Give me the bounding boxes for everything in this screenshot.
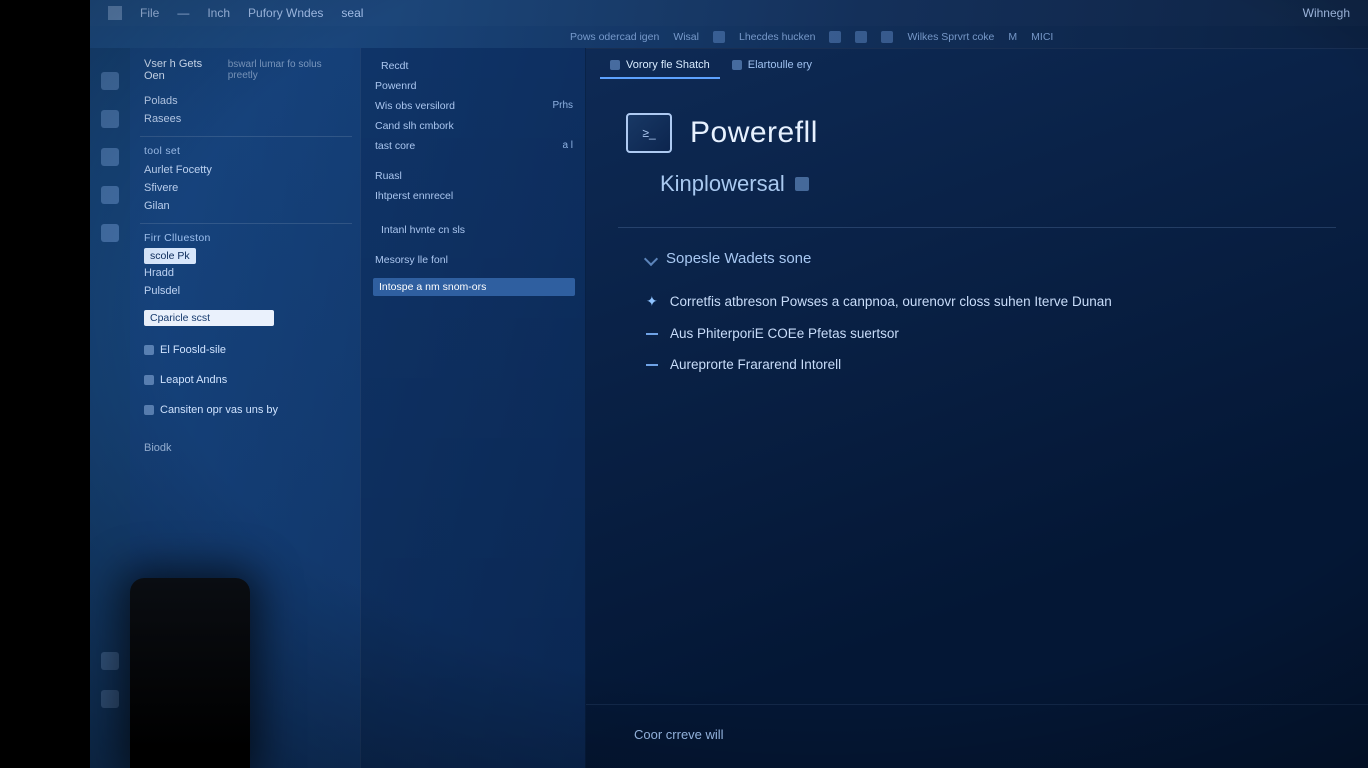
toolbar-chip[interactable]: M bbox=[1008, 31, 1017, 43]
menubar: File — Inch Pufory Wndes seal Wihnegh bbox=[90, 0, 1368, 26]
page-title: Powerefll bbox=[690, 116, 818, 150]
toolbar-chip[interactable]: MICI bbox=[1031, 31, 1053, 43]
explorer-panel: Recdt Powenrd Wis obs versilordPrhs Cand… bbox=[360, 48, 586, 768]
search-icon[interactable] bbox=[101, 110, 119, 128]
link-icon bbox=[144, 345, 154, 355]
app-window: File — Inch Pufory Wndes seal Wihnegh Po… bbox=[90, 0, 1368, 768]
section-title: tool set bbox=[144, 145, 348, 157]
list-item[interactable]: Rasees bbox=[144, 110, 348, 128]
tree-item[interactable]: Ruasl bbox=[373, 166, 575, 186]
tab-icon bbox=[732, 60, 742, 70]
list-item[interactable]: Polads bbox=[144, 92, 348, 110]
panel-footer: Biodk bbox=[144, 442, 348, 454]
tree-item[interactable]: Powenrd bbox=[373, 76, 575, 96]
panel-link[interactable]: Cansiten opr vas uns by bbox=[144, 404, 348, 416]
bezel-left bbox=[0, 0, 90, 768]
powershell-logo-icon: ≥_ bbox=[626, 113, 672, 153]
bullet-icon bbox=[646, 333, 658, 335]
tree-item[interactable]: Intanl hvnte cn sls bbox=[373, 220, 575, 240]
tab-icon bbox=[610, 60, 620, 70]
list-item[interactable]: Aurlet Focetty bbox=[144, 161, 348, 179]
section-header[interactable]: Sopesle Wadets sone bbox=[586, 246, 1368, 285]
subtitle-icon bbox=[795, 177, 809, 191]
list-item-selected[interactable]: scole Pk bbox=[144, 248, 196, 264]
toolbar-icon[interactable] bbox=[855, 31, 867, 43]
menu-item[interactable]: Pufory Wndes bbox=[248, 6, 323, 20]
section-title: Firr Cllueston bbox=[144, 232, 348, 244]
dropdown[interactable]: Cparicle scst bbox=[144, 310, 274, 326]
tab-active[interactable]: Vorory fle Shatch bbox=[600, 55, 720, 79]
gear-icon[interactable] bbox=[101, 690, 119, 708]
panel-header: Vser h Gets Oen bswarl lumar fo solus pr… bbox=[144, 58, 348, 82]
activity-bar bbox=[90, 48, 130, 768]
list-item[interactable]: Pulsdel bbox=[144, 282, 348, 300]
sparkle-icon: ✦ bbox=[646, 293, 658, 310]
editor-area: Vorory fle Shatch Elartoulle ery ≥_ Powe… bbox=[586, 48, 1368, 768]
feature-line[interactable]: Aus PhiterporiE COEe Pfetas suertsor bbox=[586, 318, 1368, 349]
toolbar-icon[interactable] bbox=[881, 31, 893, 43]
link-icon bbox=[144, 405, 154, 415]
page-subtitle: Kinplowersal bbox=[586, 171, 1368, 227]
tab-strip: Vorory fle Shatch Elartoulle ery bbox=[586, 49, 1368, 79]
tree-item[interactable]: tast corea l bbox=[373, 136, 575, 156]
content-footer: Coor crreve will bbox=[586, 704, 1368, 768]
divider bbox=[618, 227, 1336, 228]
source-control-icon[interactable] bbox=[101, 148, 119, 166]
tab[interactable]: Elartoulle ery bbox=[722, 55, 822, 79]
toolbar-icon[interactable] bbox=[713, 31, 725, 43]
account-icon[interactable] bbox=[101, 652, 119, 670]
hero: ≥_ Powerefll bbox=[586, 79, 1368, 171]
divider bbox=[140, 136, 352, 137]
panel-link[interactable]: El Foosld-sile bbox=[144, 344, 348, 356]
secondary-toolbar: Pows odercad igen Wisal Lhecdes hucken W… bbox=[90, 26, 1368, 48]
tree-item[interactable]: Mesorsy lle fonl bbox=[373, 250, 575, 270]
toolbar-icon[interactable] bbox=[829, 31, 841, 43]
bullet-icon bbox=[646, 364, 658, 366]
divider bbox=[140, 223, 352, 224]
toolbar-chip[interactable]: Pows odercad igen bbox=[570, 31, 659, 43]
tree-item-active[interactable]: Intospe a nm snom-ors bbox=[373, 278, 575, 296]
chevron-down-icon bbox=[644, 251, 658, 265]
list-item[interactable]: Gilan bbox=[144, 197, 348, 215]
menu-item[interactable]: Wihnegh bbox=[1303, 6, 1350, 20]
feature-line[interactable]: Aureprorte Frararend Intorell bbox=[586, 349, 1368, 380]
foreground-object bbox=[130, 578, 250, 768]
menu-item[interactable]: Inch bbox=[207, 6, 230, 20]
panel-link[interactable]: Leapot Andns bbox=[144, 374, 348, 386]
menu-item[interactable]: seal bbox=[341, 6, 363, 20]
toolbar-chip[interactable]: Lhecdes hucken bbox=[739, 31, 815, 43]
toolbar-chip[interactable]: Wilkes Sprvrt coke bbox=[907, 31, 994, 43]
debug-icon[interactable] bbox=[101, 186, 119, 204]
tree-item[interactable]: Ihtperst ennrecel bbox=[373, 186, 575, 206]
tree-item[interactable]: Cand slh cmbork bbox=[373, 116, 575, 136]
files-icon[interactable] bbox=[101, 72, 119, 90]
list-item[interactable]: Hradd bbox=[144, 264, 348, 282]
tree-item[interactable]: Recdt bbox=[373, 56, 575, 76]
extensions-icon[interactable] bbox=[101, 224, 119, 242]
toolbar-chip[interactable]: Wisal bbox=[673, 31, 699, 43]
app-logo-icon bbox=[108, 6, 122, 20]
menu-item[interactable]: File bbox=[140, 6, 159, 20]
feature-line[interactable]: ✦ Corretfis atbreson Powses a canpnoa, o… bbox=[586, 285, 1368, 318]
tree-item[interactable]: Wis obs versilordPrhs bbox=[373, 96, 575, 116]
menu-item[interactable]: — bbox=[177, 6, 189, 20]
list-item[interactable]: Sfivere bbox=[144, 179, 348, 197]
link-icon bbox=[144, 375, 154, 385]
